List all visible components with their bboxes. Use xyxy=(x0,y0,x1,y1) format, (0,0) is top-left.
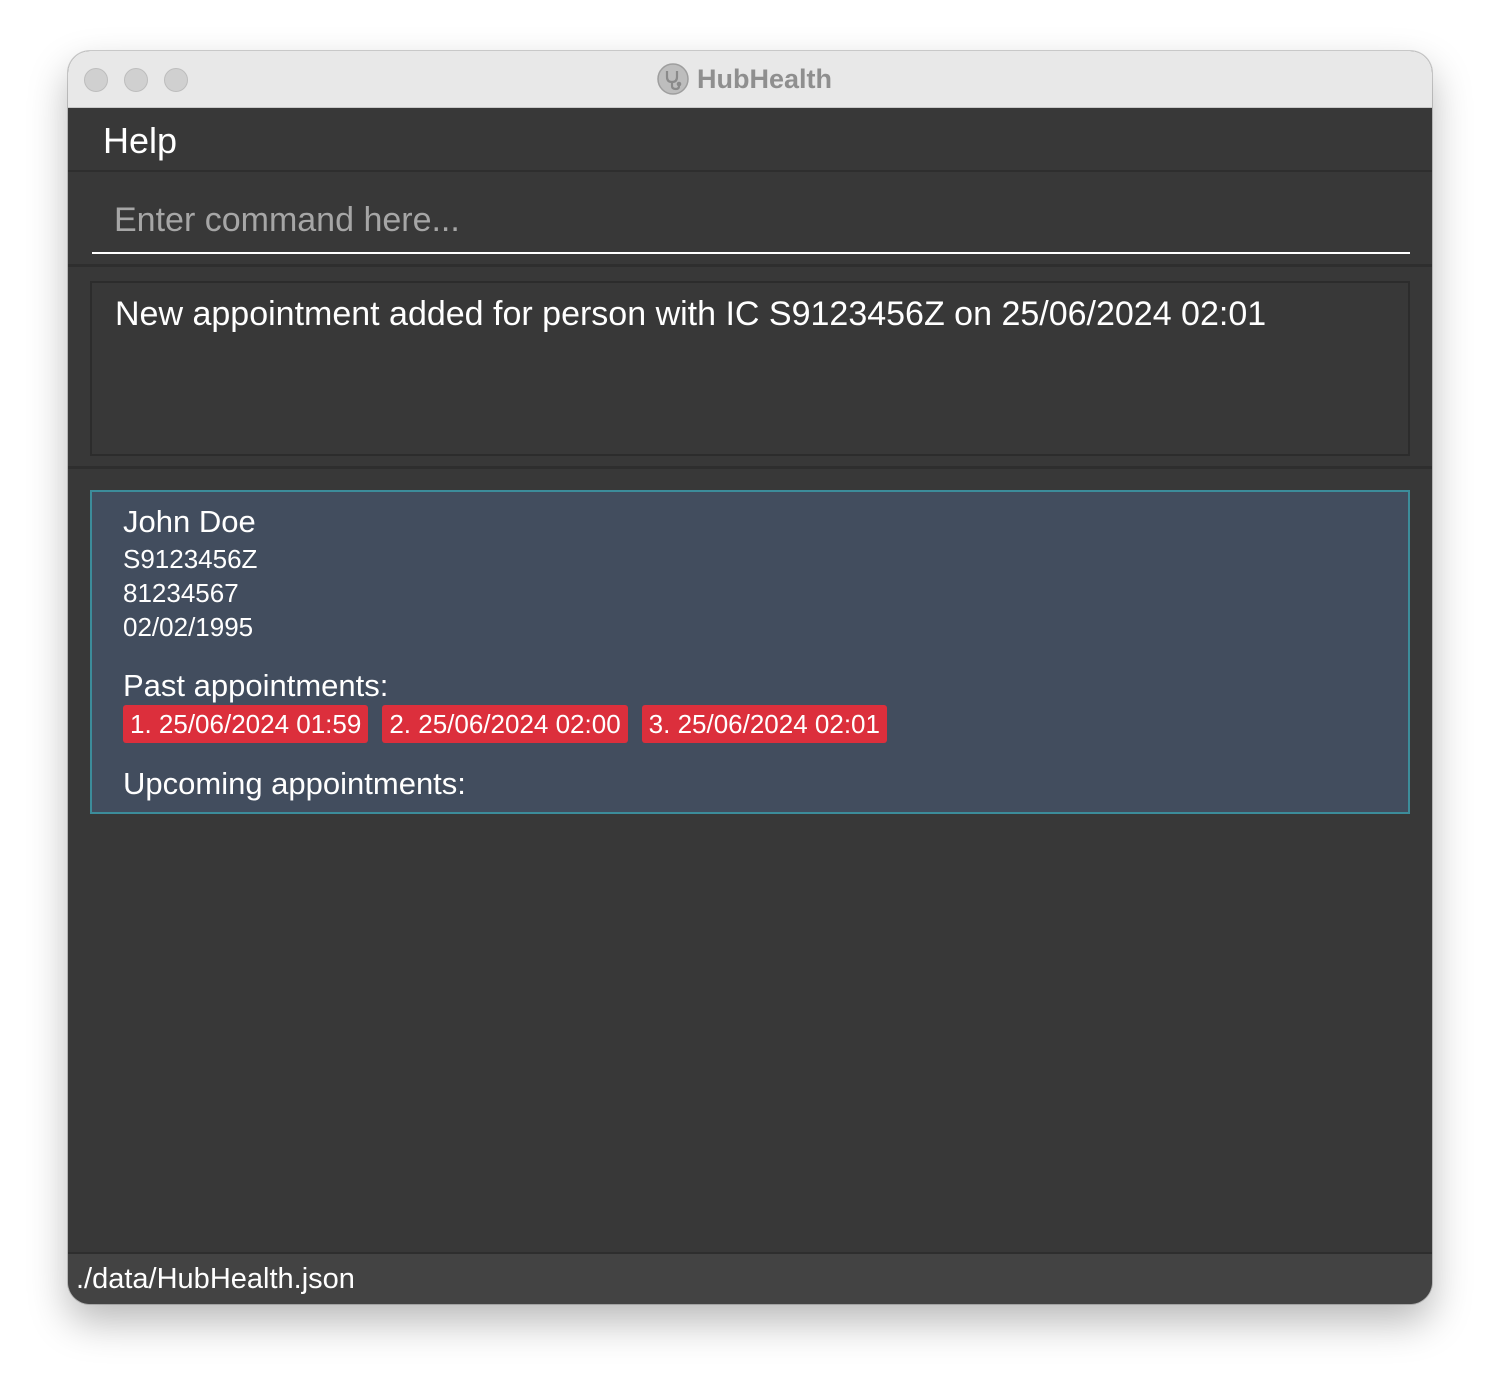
zoom-window-button[interactable] xyxy=(164,68,188,92)
menu-help[interactable]: Help xyxy=(103,120,177,162)
past-appointment-tag: 2. 25/06/2024 02:00 xyxy=(382,705,628,743)
person-ic: S9123456Z xyxy=(123,544,258,574)
result-display-area: New appointment added for person with IC… xyxy=(68,269,1432,469)
past-appointment-tag: 3. 25/06/2024 02:01 xyxy=(641,705,887,743)
result-message: New appointment added for person with IC… xyxy=(90,281,1410,456)
person-phone: 81234567 xyxy=(123,578,239,608)
command-box xyxy=(68,174,1432,267)
person-dob: 02/02/1995 xyxy=(123,612,254,642)
person-list[interactable]: John Doe S9123456Z 81234567 02/02/1995 P… xyxy=(68,472,1432,1252)
close-window-button[interactable] xyxy=(84,68,108,92)
title-bar[interactable]: HubHealth xyxy=(68,51,1432,108)
window-title-group: HubHealth xyxy=(657,61,832,97)
status-bar: ./data/HubHealth.json xyxy=(68,1252,1432,1304)
past-appointments-heading: Past appointments: xyxy=(123,668,389,703)
person-name: John Doe xyxy=(123,504,256,539)
window-title: HubHealth xyxy=(697,63,832,94)
minimize-window-button[interactable] xyxy=(124,68,148,92)
save-file-path: ./data/HubHealth.json xyxy=(76,1263,355,1295)
person-card[interactable]: John Doe S9123456Z 81234567 02/02/1995 P… xyxy=(90,490,1410,814)
past-appointments-list: 1. 25/06/2024 01:59 2. 25/06/2024 02:00 … xyxy=(123,705,887,743)
upcoming-appointments-heading: Upcoming appointments: xyxy=(123,766,466,801)
menu-bar: Help xyxy=(68,108,1432,172)
command-input[interactable] xyxy=(92,188,1410,254)
stethoscope-icon xyxy=(657,63,689,95)
app-window: HubHealth Help New appointment added for… xyxy=(68,51,1432,1304)
past-appointment-tag: 1. 25/06/2024 01:59 xyxy=(123,705,369,743)
